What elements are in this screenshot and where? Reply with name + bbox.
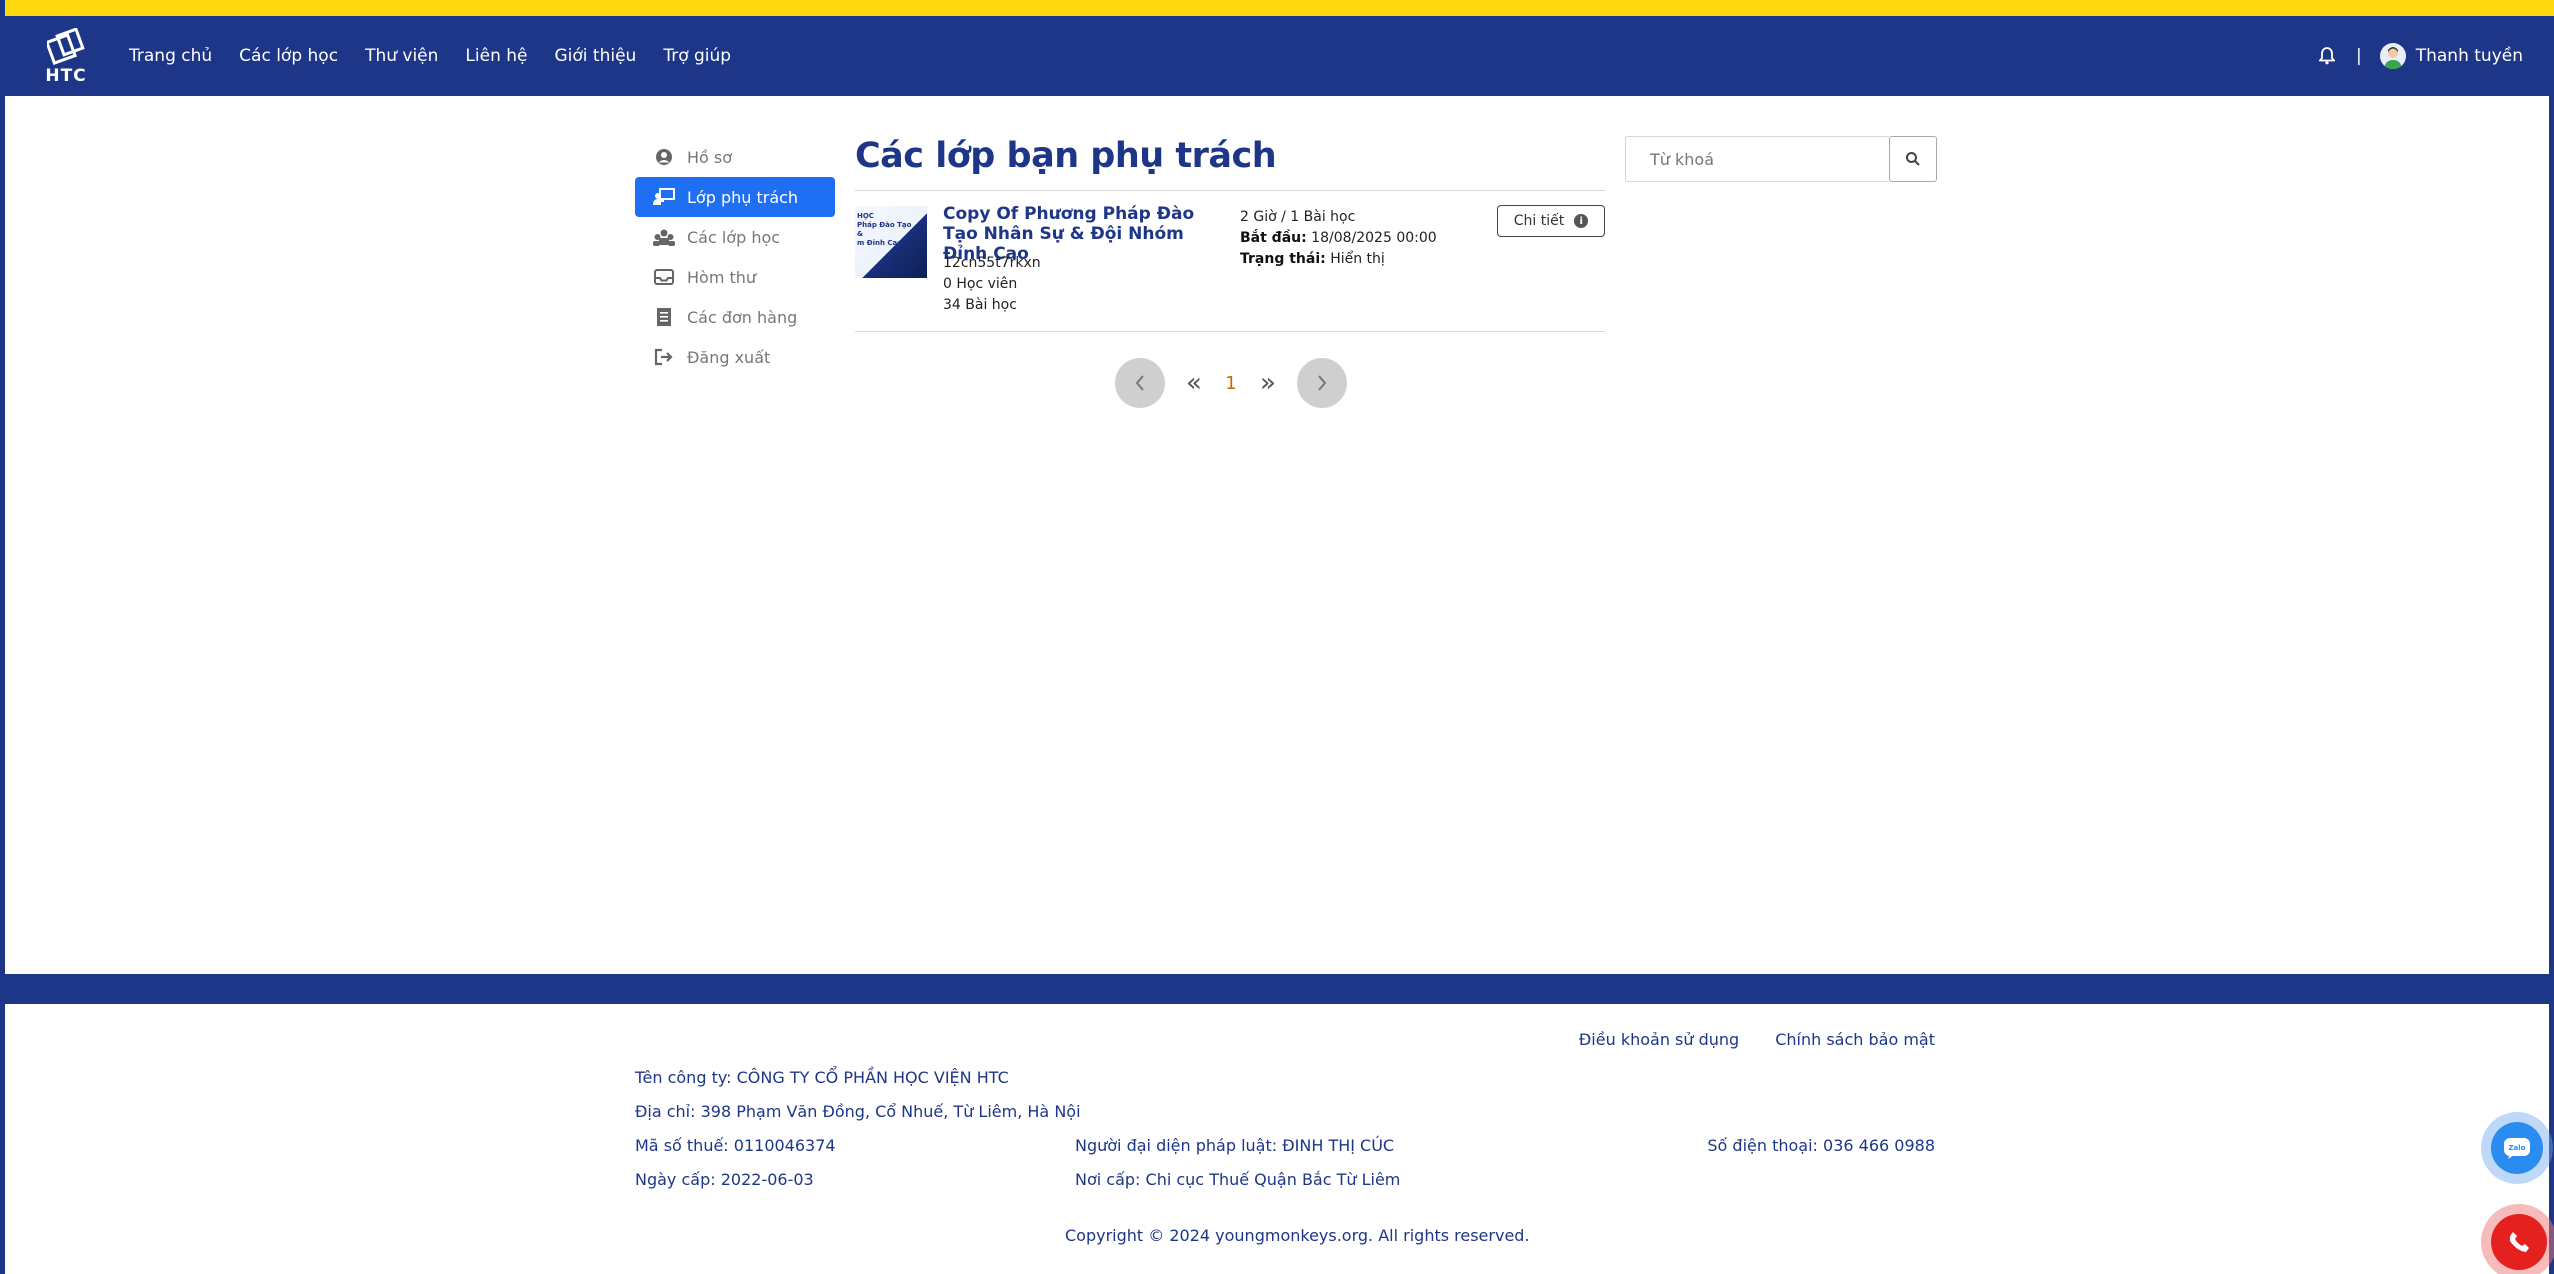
top-navbar: HTC Trang chủ Các lớp học Thư viện Liên … bbox=[5, 16, 2554, 96]
htc-logo[interactable]: HTC bbox=[43, 28, 89, 86]
next-page-button[interactable] bbox=[1297, 358, 1347, 408]
main-nav: Trang chủ Các lớp học Thư viện Liên hệ G… bbox=[129, 16, 731, 96]
sidebar-item-label: Hòm thư bbox=[687, 267, 757, 287]
footer-links: Điều khoản sử dụng Chính sách bảo mật bbox=[1579, 1030, 1935, 1049]
phone-icon bbox=[2491, 1214, 2547, 1270]
search-input[interactable] bbox=[1625, 136, 1889, 182]
call-button[interactable] bbox=[2481, 1204, 2554, 1274]
nav-link-about[interactable]: Giới thiệu bbox=[555, 46, 637, 66]
detail-button-label: Chi tiết bbox=[1513, 213, 1565, 229]
svg-text:Zalo: Zalo bbox=[2508, 1144, 2525, 1152]
company-address: Địa chỉ: 398 Phạm Văn Đồng, Cổ Nhuế, Từ … bbox=[635, 1102, 1081, 1121]
last-page-button[interactable]: » bbox=[1257, 368, 1279, 398]
logo-mark-icon bbox=[47, 28, 85, 66]
course-students: 0 Học viên bbox=[943, 276, 1018, 292]
first-page-button[interactable]: « bbox=[1183, 368, 1205, 398]
nav-link-classes[interactable]: Các lớp học bbox=[239, 46, 338, 66]
nav-link-help[interactable]: Trợ giúp bbox=[663, 46, 731, 66]
sidebar-item-label: Các lớp học bbox=[687, 227, 781, 247]
logout-icon bbox=[653, 346, 675, 368]
course-row: HỌC Pháp Đào Tạo & m Đỉnh Cao Copy Of Phươn… bbox=[855, 191, 1605, 332]
legal-representative: Người đại diện pháp luật: ĐINH THỊ CÚC bbox=[1075, 1136, 1395, 1155]
inbox-icon bbox=[653, 266, 675, 288]
status-label: Trạng thái: bbox=[1240, 251, 1326, 267]
tax-code: Mã số thuế: 0110046374 bbox=[635, 1136, 836, 1155]
nav-link-contact[interactable]: Liên hệ bbox=[465, 46, 527, 66]
teacher-board-icon bbox=[653, 186, 675, 208]
chevron-right-icon bbox=[1318, 375, 1327, 391]
terms-link[interactable]: Điều khoản sử dụng bbox=[1579, 1030, 1739, 1049]
thumbnail-text: HỌC Pháp Đào Tạo & m Đỉnh Cao bbox=[857, 212, 912, 247]
footer-band bbox=[5, 974, 2554, 1004]
copyright: Copyright © 2024 youngmonkeys.org. All r… bbox=[1065, 1226, 1530, 1245]
privacy-link[interactable]: Chính sách bảo mật bbox=[1775, 1030, 1935, 1049]
chevron-left-icon bbox=[1135, 375, 1144, 391]
top-accent-stripe bbox=[5, 0, 2554, 16]
company-name: Tên công ty: CÔNG TY CỔ PHẦN HỌC VIỆN HT… bbox=[635, 1068, 1009, 1087]
nav-link-library[interactable]: Thư viện bbox=[365, 46, 438, 66]
course-meta: 2 Giờ / 1 Bài học Bắt đầu: 18/08/2025 00… bbox=[1240, 207, 1437, 270]
sidebar-item-label: Hồ sơ bbox=[687, 147, 733, 167]
account-sidebar: Hồ sơ Lớp phụ trách Các lớp học Hòm thư … bbox=[635, 137, 835, 377]
user-area: | Thanh tuyền bbox=[2316, 16, 2523, 96]
course-lessons: 34 Bài học bbox=[943, 297, 1017, 313]
zalo-icon: Zalo bbox=[2491, 1122, 2543, 1174]
course-status: Trạng thái: Hiển thị bbox=[1240, 249, 1437, 270]
course-duration: 2 Giờ / 1 Bài học bbox=[1240, 209, 1356, 225]
sidebar-item-profile[interactable]: Hồ sơ bbox=[635, 137, 835, 177]
user-avatar[interactable] bbox=[2379, 43, 2406, 69]
logo-text: HTC bbox=[45, 66, 87, 86]
nav-separator: | bbox=[2356, 46, 2362, 66]
search-button[interactable] bbox=[1889, 136, 1937, 182]
start-value: 18/08/2025 00:00 bbox=[1311, 230, 1437, 246]
prev-page-button[interactable] bbox=[1115, 358, 1165, 408]
course-start: Bắt đầu: 18/08/2025 00:00 bbox=[1240, 228, 1437, 249]
sidebar-item-inbox[interactable]: Hòm thư bbox=[635, 257, 835, 297]
zalo-chat-button[interactable]: Zalo bbox=[2481, 1112, 2553, 1184]
user-circle-icon bbox=[653, 146, 675, 168]
detail-button[interactable]: Chi tiết i bbox=[1497, 205, 1605, 237]
notification-bell-icon[interactable] bbox=[2316, 45, 2338, 67]
sidebar-item-label: Các đơn hàng bbox=[687, 307, 798, 327]
course-thumbnail[interactable]: HỌC Pháp Đào Tạo & m Đỉnh Cao bbox=[855, 206, 927, 278]
page-number-current[interactable]: 1 bbox=[1223, 373, 1239, 394]
search-box bbox=[1625, 136, 1937, 182]
user-name[interactable]: Thanh tuyền bbox=[2416, 46, 2523, 66]
sidebar-item-managed-classes[interactable]: Lớp phụ trách bbox=[635, 177, 835, 217]
info-icon: i bbox=[1574, 214, 1589, 228]
people-group-icon bbox=[653, 226, 675, 248]
sidebar-item-label: Đăng xuất bbox=[687, 347, 771, 367]
search-icon bbox=[1906, 152, 1920, 166]
receipt-icon bbox=[653, 306, 675, 328]
sidebar-item-label: Lớp phụ trách bbox=[687, 187, 799, 207]
sidebar-item-logout[interactable]: Đăng xuất bbox=[635, 337, 835, 377]
issue-place: Nơi cấp: Chi cục Thuế Quận Bắc Từ Liêm bbox=[1075, 1170, 1401, 1189]
phone-number: Số điện thoại: 036 466 0988 bbox=[1707, 1136, 1935, 1155]
page-title: Các lớp bạn phụ trách bbox=[855, 136, 1277, 176]
status-value: Hiển thị bbox=[1330, 251, 1385, 267]
start-label: Bắt đầu: bbox=[1240, 230, 1307, 246]
pagination: « 1 » bbox=[1115, 358, 1347, 408]
sidebar-item-classes[interactable]: Các lớp học bbox=[635, 217, 835, 257]
main-content: Các lớp bạn phụ trách HỌC Pháp Đào Tạo & m … bbox=[855, 132, 1605, 332]
nav-link-home[interactable]: Trang chủ bbox=[129, 46, 212, 66]
issue-date: Ngày cấp: 2022-06-03 bbox=[635, 1170, 814, 1189]
sidebar-item-orders[interactable]: Các đơn hàng bbox=[635, 297, 835, 337]
course-code: 12cn55t7rkxn bbox=[943, 255, 1041, 271]
